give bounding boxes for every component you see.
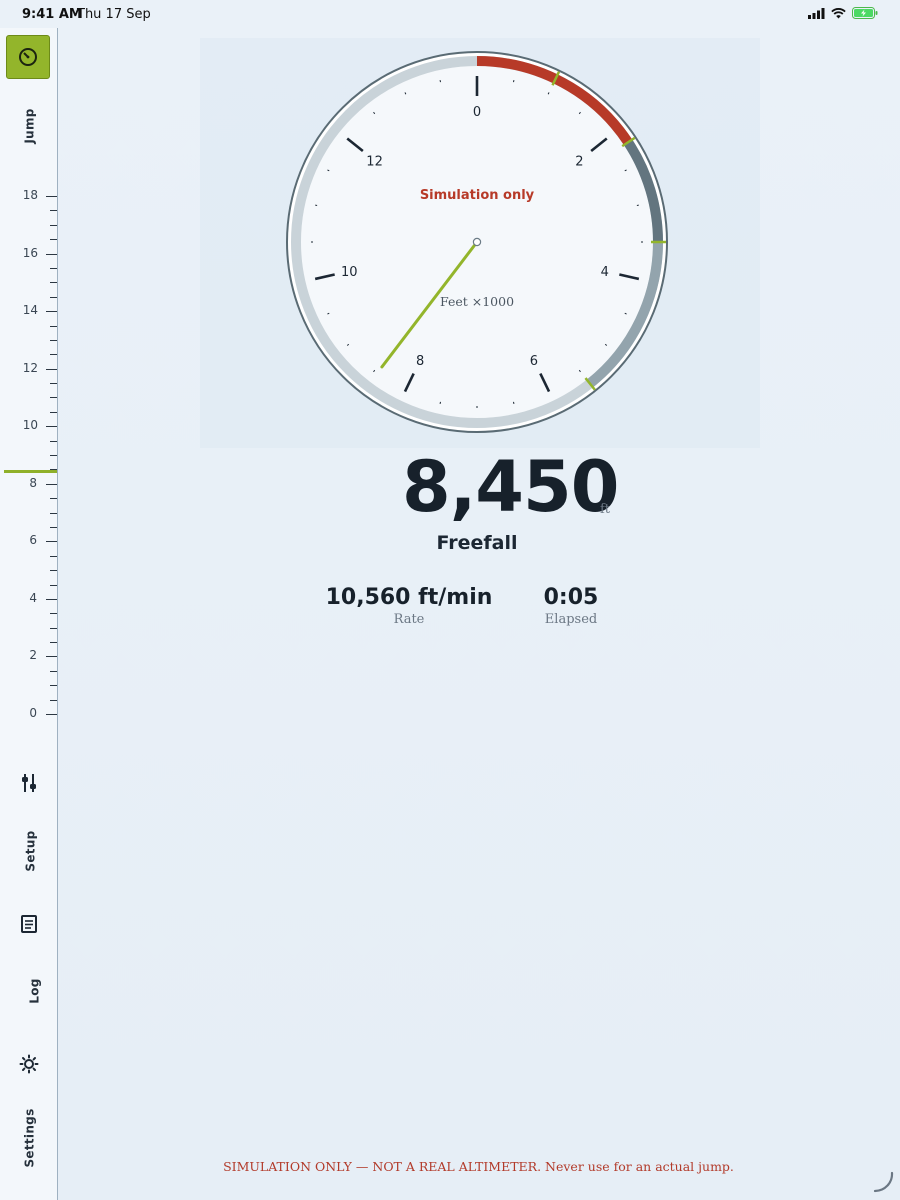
scale-tick <box>46 311 57 313</box>
dial-number: 2 <box>575 154 583 169</box>
scale-tick <box>46 483 57 485</box>
simulation-label: Simulation only <box>420 188 535 203</box>
scale-label: 2 <box>29 648 37 663</box>
scale-label: 14 <box>22 303 38 318</box>
sliders-icon <box>22 774 36 792</box>
scale-tick <box>46 598 57 600</box>
dial-number: 8 <box>416 354 424 369</box>
document-icon <box>21 915 37 933</box>
rate-stat: 10,560 ft/min Rate <box>320 585 498 627</box>
elapsed-label: Elapsed <box>544 612 598 627</box>
scale-tick <box>46 253 57 255</box>
scale-tick <box>50 498 57 500</box>
scale-tick <box>50 699 57 701</box>
scale-label: 4 <box>29 590 37 605</box>
scale-tick <box>50 239 57 241</box>
status-date: Thu 17 Sep <box>77 7 151 22</box>
disclaimer-text: SIMULATION ONLY — NOT A REAL ALTIMETER. … <box>223 1159 734 1174</box>
scale-label: 0 <box>29 706 37 720</box>
status-bar: 9:41 AM Thu 17 Sep <box>0 0 900 28</box>
altitude-readout: 8,450 <box>402 446 619 528</box>
wifi-icon <box>831 7 846 18</box>
scale-tick <box>50 584 57 586</box>
rate-label: Rate <box>393 612 425 627</box>
scale-label: 12 <box>22 360 38 375</box>
scale-tick <box>50 670 57 672</box>
rate-value: 10,560 ft/min <box>325 585 493 610</box>
sidebar: Jump 181614121086420 Setup Log <box>0 28 58 1200</box>
scale-label: 8 <box>29 475 37 490</box>
scale-tick <box>46 426 57 428</box>
scale-tick <box>50 224 57 226</box>
altitude-unit: ft <box>600 502 611 517</box>
dial-number: 0 <box>473 105 481 120</box>
scale-tick <box>50 512 57 514</box>
loading-spinner-icon <box>873 1171 894 1193</box>
scale-label: 18 <box>22 188 38 202</box>
scale-label: 16 <box>22 245 38 260</box>
dial-number: 6 <box>530 354 538 369</box>
scale-tick <box>50 613 57 615</box>
status-icons <box>808 7 878 19</box>
scale-tick <box>50 685 57 687</box>
phase-label: Freefall <box>436 532 518 554</box>
jump-nav-button[interactable] <box>6 35 50 79</box>
elapsed-stat: 0:05 Elapsed <box>530 585 612 627</box>
elapsed-value: 0:05 <box>543 585 599 610</box>
scale-tick <box>46 196 57 197</box>
scale-tick <box>50 210 57 212</box>
needle-hub <box>472 237 482 247</box>
scale-tick <box>50 411 57 413</box>
scale-tick <box>50 440 57 442</box>
scale-tick <box>50 325 57 327</box>
scale-tick <box>50 455 57 456</box>
scale-tick <box>50 627 57 629</box>
dial-number: 4 <box>601 265 609 280</box>
scale-tick <box>50 267 57 269</box>
current-altitude-marker <box>4 469 57 473</box>
altimeter-dial: 0 2 4 6 8 10 12 Simulation only Feet ×1000 <box>286 51 668 433</box>
status-time: 9:41 AM <box>22 7 82 22</box>
scale-tick <box>46 656 57 658</box>
units-label: Feet ×1000 <box>440 294 514 309</box>
gear-icon <box>19 1054 39 1074</box>
scale-tick <box>50 397 57 399</box>
scale-tick <box>46 368 57 370</box>
setup-nav-icon[interactable] <box>18 772 40 794</box>
scale-tick <box>50 642 57 644</box>
dial-number: 12 <box>366 154 383 169</box>
scale-tick <box>50 526 57 528</box>
altimeter-icon <box>19 48 37 66</box>
scale-tick <box>46 714 57 715</box>
scale-tick <box>50 339 57 341</box>
scale-label: 10 <box>22 418 38 433</box>
settings-nav-label[interactable]: Settings <box>23 1108 37 1167</box>
scale-tick <box>50 555 57 557</box>
log-nav-icon[interactable] <box>18 913 40 935</box>
scale-tick <box>50 383 57 385</box>
scale-tick <box>50 296 57 298</box>
log-nav-label[interactable]: Log <box>28 978 42 1003</box>
scale-tick <box>50 354 57 356</box>
scale-tick <box>50 282 57 284</box>
dial-number: 10 <box>341 265 358 280</box>
setup-nav-label[interactable]: Setup <box>24 830 38 871</box>
cellular-signal-icon <box>808 7 825 19</box>
scale-tick <box>50 570 57 572</box>
settings-nav-icon[interactable] <box>18 1053 40 1075</box>
jump-nav-label[interactable]: Jump <box>23 108 37 143</box>
battery-charging-icon <box>852 7 878 19</box>
